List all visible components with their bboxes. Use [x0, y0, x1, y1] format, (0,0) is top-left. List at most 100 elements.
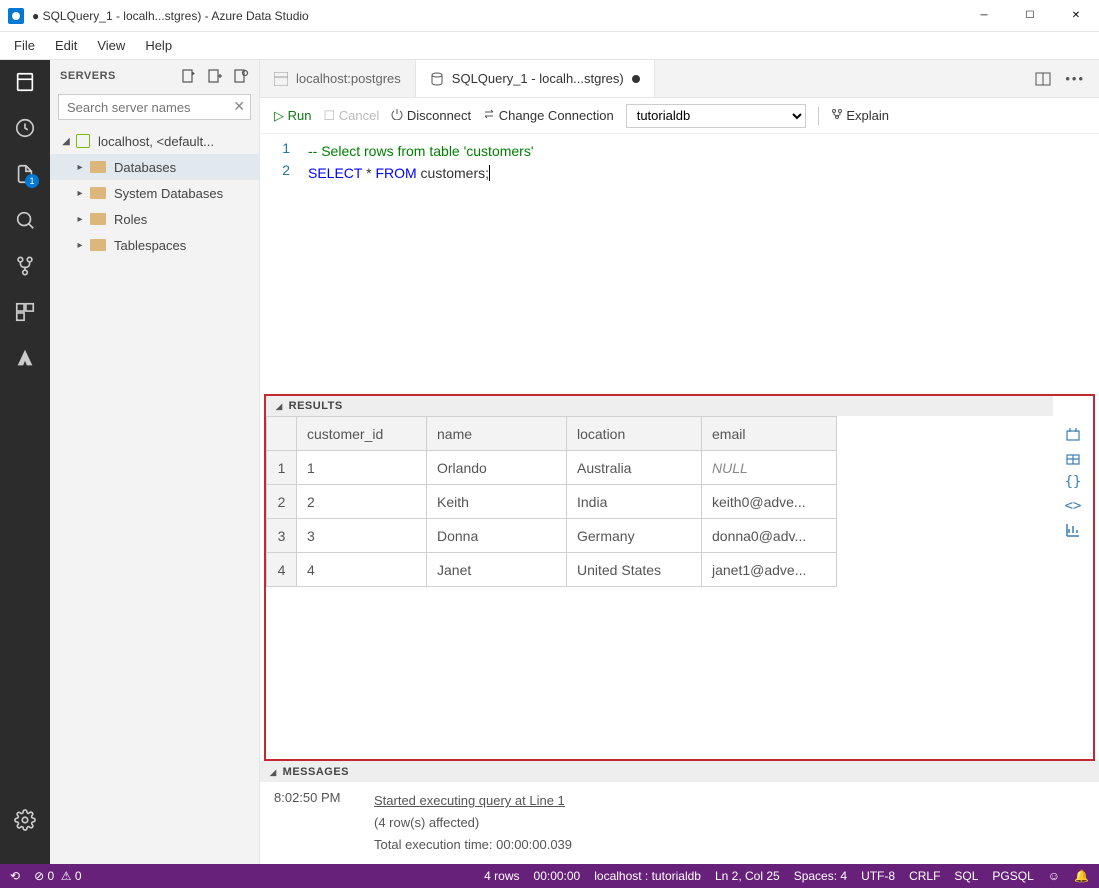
cell[interactable]: keith0@adve... [702, 485, 837, 519]
cell[interactable]: 1 [297, 451, 427, 485]
table-row[interactable]: 2 2 Keith India keith0@adve... [267, 485, 837, 519]
column-header[interactable]: location [567, 417, 702, 451]
status-connection[interactable]: localhost : tutorialdb [594, 869, 701, 883]
column-header[interactable]: name [427, 417, 567, 451]
column-header[interactable]: customer_id [297, 417, 427, 451]
more-actions-icon[interactable]: ••• [1065, 71, 1085, 86]
sidebar-title: SERVERS [60, 70, 116, 82]
status-encoding[interactable]: UTF-8 [861, 869, 895, 883]
tree-roles[interactable]: ▸ Roles [50, 206, 259, 232]
explorer-badge: 1 [25, 174, 39, 188]
maximize-button[interactable]: ☐ [1007, 0, 1053, 31]
tree-label: Roles [114, 212, 147, 227]
status-language[interactable]: SQL [954, 869, 978, 883]
cell[interactable]: 4 [297, 553, 427, 587]
tab-bar: localhost:postgres SQLQuery_1 - localh..… [260, 60, 1099, 98]
tab-dashboard[interactable]: localhost:postgres [260, 60, 416, 97]
tab-query[interactable]: SQLQuery_1 - localh...stgres) [416, 60, 655, 97]
cell[interactable]: United States [567, 553, 702, 587]
message-line[interactable]: Started executing query at Line 1 [374, 790, 572, 812]
tree-label: localhost, <default... [98, 134, 214, 149]
notifications-icon[interactable]: 🔔 [1074, 869, 1089, 883]
cell[interactable]: Orlando [427, 451, 567, 485]
status-cursor[interactable]: Ln 2, Col 25 [715, 869, 780, 883]
table-row[interactable]: 1 1 Orlando Australia NULL [267, 451, 837, 485]
cell[interactable]: Keith [427, 485, 567, 519]
query-toolbar: ▷ Run ☐ Cancel Disconnect Change Connect… [260, 98, 1099, 134]
disconnect-button[interactable]: Disconnect [391, 108, 471, 123]
messages-pane: MESSAGES 8:02:50 PM Started executing qu… [260, 761, 1099, 864]
explain-button[interactable]: Explain [831, 108, 889, 123]
code-editor[interactable]: 1 2 -- Select rows from table 'customers… [260, 134, 1099, 394]
cell[interactable]: Donna [427, 519, 567, 553]
status-spaces[interactable]: Spaces: 4 [794, 869, 847, 883]
tree-label: Tablespaces [114, 238, 186, 253]
search-icon[interactable] [13, 208, 37, 232]
column-header[interactable]: email [702, 417, 837, 451]
change-connection-button[interactable]: Change Connection [483, 108, 614, 123]
cell[interactable]: Australia [567, 451, 702, 485]
tree-label: System Databases [114, 186, 223, 201]
messages-header[interactable]: MESSAGES [260, 762, 1099, 782]
settings-icon[interactable] [13, 808, 37, 832]
tree-system-databases[interactable]: ▸ System Databases [50, 180, 259, 206]
save-csv-icon[interactable] [1065, 426, 1081, 442]
database-dropdown[interactable]: tutorialdb [626, 104, 806, 128]
new-group-icon[interactable] [207, 68, 223, 84]
refresh-server-icon[interactable] [233, 68, 249, 84]
extensions-icon[interactable] [13, 300, 37, 324]
app-icon [8, 8, 24, 24]
menu-bar: File Edit View Help [0, 32, 1099, 60]
cell[interactable]: Germany [567, 519, 702, 553]
tree-label: Databases [114, 160, 176, 175]
unsaved-indicator-icon [632, 75, 640, 83]
title-bar: ● SQLQuery_1 - localh...stgres) - Azure … [0, 0, 1099, 32]
message-time: 8:02:50 PM [274, 790, 344, 856]
menu-view[interactable]: View [87, 34, 135, 57]
servers-icon[interactable] [13, 70, 37, 94]
clear-search-icon[interactable]: ✕ [233, 98, 245, 115]
cell[interactable]: 3 [297, 519, 427, 553]
feedback-icon[interactable]: ☺ [1048, 869, 1060, 883]
row-number: 4 [267, 553, 297, 587]
close-button[interactable]: ✕ [1053, 0, 1099, 31]
tree-tablespaces[interactable]: ▸ Tablespaces [50, 232, 259, 258]
cell[interactable]: 2 [297, 485, 427, 519]
save-xml-icon[interactable]: <> [1065, 498, 1082, 514]
message-line: Total execution time: 00:00:00.039 [374, 834, 572, 856]
cell[interactable]: Janet [427, 553, 567, 587]
chart-icon[interactable] [1065, 522, 1081, 538]
table-row[interactable]: 4 4 Janet United States janet1@adve... [267, 553, 837, 587]
split-editor-icon[interactable] [1035, 71, 1051, 87]
save-json-icon[interactable]: {} [1065, 474, 1082, 490]
tree-databases[interactable]: ▸ Databases [50, 154, 259, 180]
cell[interactable]: donna0@adv... [702, 519, 837, 553]
cell[interactable]: India [567, 485, 702, 519]
status-bar: ⟲ ⊘ 0 ⚠ 0 4 rows 00:00:00 localhost : tu… [0, 864, 1099, 888]
run-button[interactable]: ▷ Run [274, 108, 311, 124]
menu-edit[interactable]: Edit [45, 34, 87, 57]
cell[interactable]: NULL [702, 451, 837, 485]
row-number: 2 [267, 485, 297, 519]
results-header[interactable]: RESULTS [266, 396, 1053, 416]
message-line: (4 row(s) affected) [374, 812, 572, 834]
status-dbtype[interactable]: PGSQL [992, 869, 1033, 883]
activity-bar: 1 [0, 60, 50, 864]
cell[interactable]: janet1@adve... [702, 553, 837, 587]
minimize-button[interactable]: ─ [961, 0, 1007, 31]
history-icon[interactable] [13, 116, 37, 140]
menu-file[interactable]: File [4, 34, 45, 57]
status-problems[interactable]: ⊘ 0 ⚠ 0 [34, 869, 82, 883]
menu-help[interactable]: Help [135, 34, 182, 57]
search-servers-input[interactable] [58, 94, 251, 120]
source-control-icon[interactable] [13, 254, 37, 278]
table-row[interactable]: 3 3 Donna Germany donna0@adv... [267, 519, 837, 553]
results-grid[interactable]: customer_id name location email 1 1 Orla… [266, 416, 837, 587]
tree-server-root[interactable]: ◢ localhost, <default... [50, 128, 259, 154]
remote-icon[interactable]: ⟲ [10, 869, 20, 883]
explorer-icon[interactable]: 1 [13, 162, 37, 186]
save-excel-icon[interactable] [1065, 450, 1081, 466]
status-eol[interactable]: CRLF [909, 869, 940, 883]
new-connection-icon[interactable] [181, 68, 197, 84]
azure-icon[interactable] [13, 346, 37, 370]
